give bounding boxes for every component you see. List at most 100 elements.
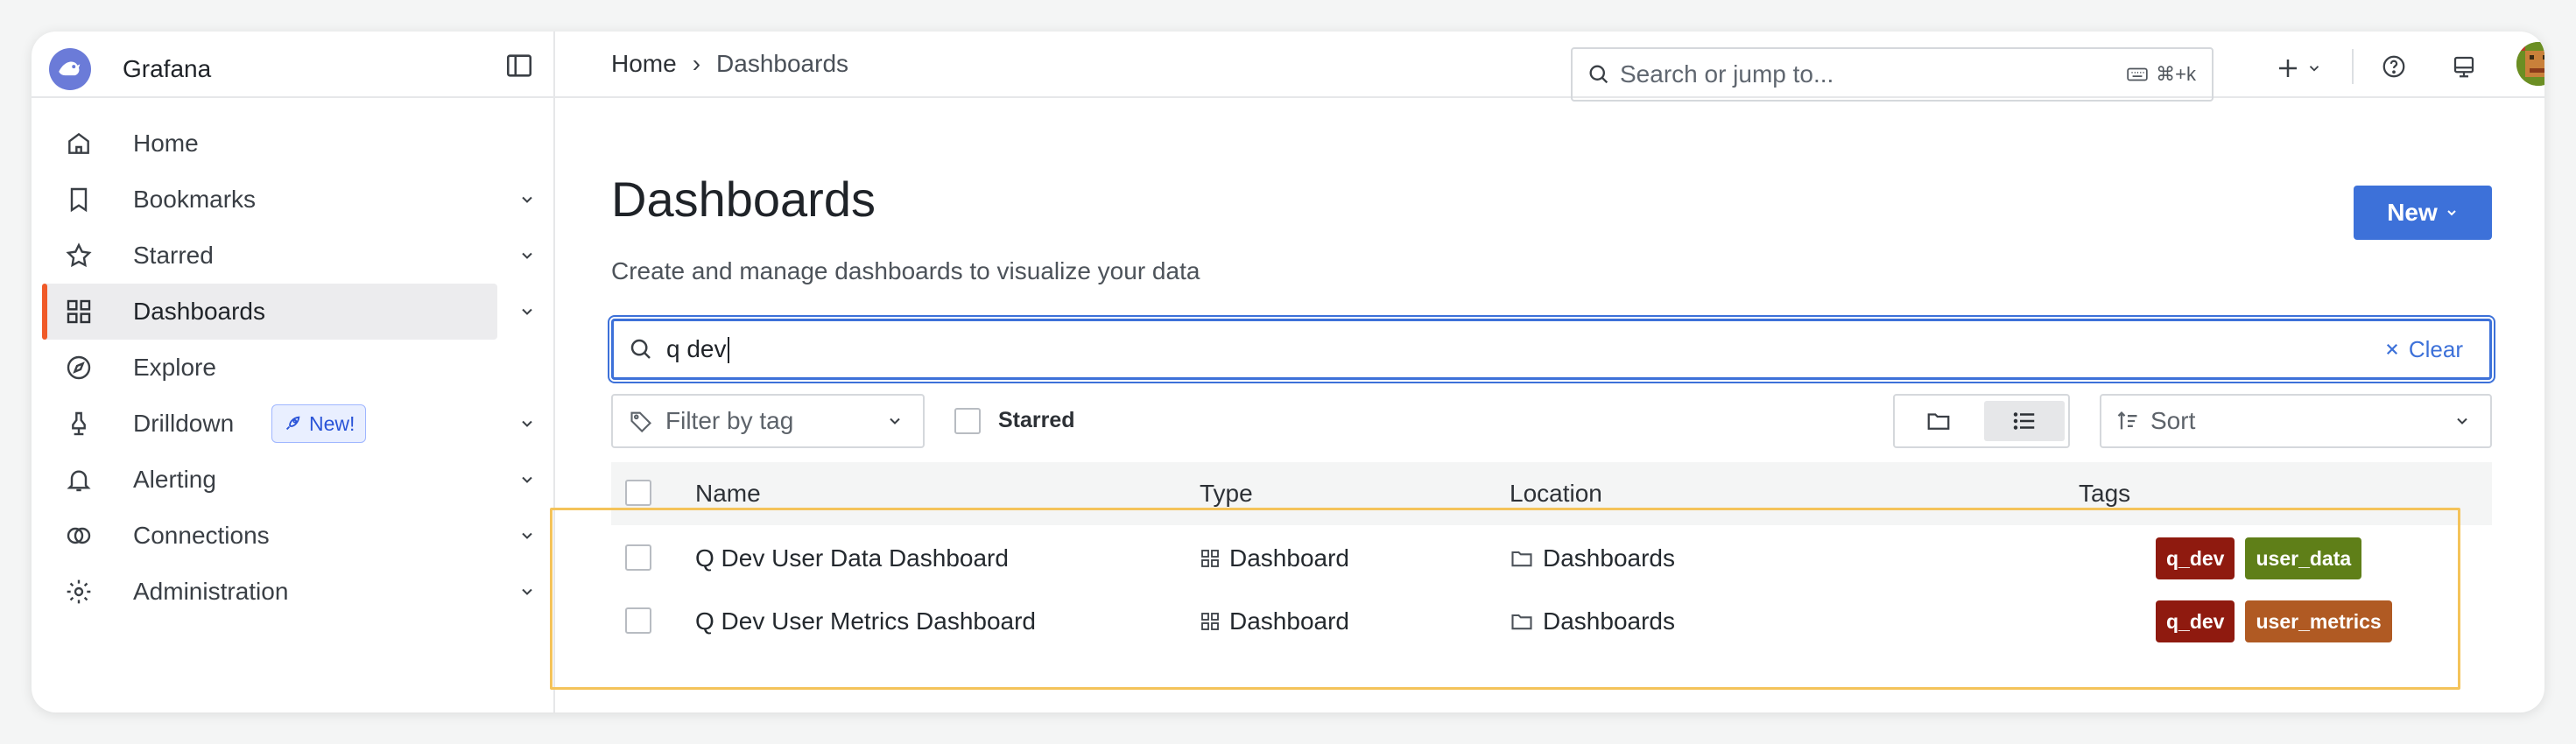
chevron-down-icon[interactable]	[518, 471, 536, 488]
chevron-down-icon	[2457, 418, 2467, 425]
starred-checkbox[interactable]	[954, 408, 981, 434]
folder-icon	[1927, 413, 1950, 430]
sidebar-item-label: Bookmarks	[133, 186, 257, 213]
filter-tag-placeholder: Filter by tag	[665, 407, 794, 434]
global-search-input[interactable]: Search or jump to... ⌘+k	[1571, 47, 2214, 102]
chevron-down-icon[interactable]	[518, 583, 536, 600]
sidebar-item-drilldown[interactable]: Drilldown New!	[42, 396, 541, 452]
compass-icon	[63, 352, 95, 383]
sidebar-item-home[interactable]: Home	[42, 116, 541, 172]
topbar-divider	[2352, 49, 2354, 84]
type-label: Dashboard	[1229, 607, 1349, 635]
chevron-down-icon[interactable]	[518, 415, 536, 432]
filter-by-tag-select[interactable]: Filter by tag	[611, 394, 925, 448]
app-name: Grafana	[123, 55, 212, 82]
plus-icon	[2279, 60, 2297, 77]
page-title: Dashboards	[611, 172, 876, 227]
breadcrumb-separator: ›	[692, 50, 701, 77]
select-all-checkbox[interactable]	[625, 480, 651, 506]
sidebar-item-explore[interactable]: Explore	[42, 340, 541, 396]
tag-badge[interactable]: q_dev	[2156, 537, 2235, 579]
column-name[interactable]: Name	[695, 480, 761, 508]
new-button[interactable]: New	[2354, 186, 2492, 240]
sidebar: Grafana Home Bookmarks Starred Dashboard…	[32, 32, 555, 712]
sidebar-item-label: Administration	[133, 578, 289, 605]
dashboard-location[interactable]: Dashboards	[1510, 607, 1675, 635]
folder-view-button[interactable]	[1898, 401, 1979, 441]
table-header: Name Type Location Tags	[611, 462, 2492, 525]
clear-button[interactable]: Clear	[2384, 336, 2463, 363]
sidebar-item-label: Connections	[133, 522, 270, 549]
apps-icon	[63, 296, 95, 327]
sidebar-item-label: Home	[133, 130, 199, 157]
close-icon	[2386, 343, 2397, 355]
chevron-down-icon[interactable]	[518, 191, 536, 208]
connections-icon	[63, 520, 95, 551]
location-label: Dashboards	[1543, 607, 1675, 635]
global-search-placeholder: Search or jump to...	[1620, 60, 1834, 88]
rocket-icon	[285, 416, 300, 431]
sort-select[interactable]: Sort	[2100, 394, 2492, 448]
tag-badge[interactable]: user_metrics	[2245, 600, 2392, 642]
view-toggle	[1893, 394, 2070, 448]
column-location[interactable]: Location	[1510, 480, 1602, 508]
sidebar-item-alerting[interactable]: Alerting	[42, 452, 541, 508]
table-row[interactable]: Q Dev User Data Dashboard Dashboard Dash…	[611, 527, 2492, 590]
nav-menu: Home Bookmarks Starred Dashboards Explor…	[42, 116, 541, 620]
folder-icon	[1511, 551, 1532, 567]
new-badge: New!	[271, 404, 367, 443]
dashboard-search-input[interactable]: q dev Clear	[611, 319, 2492, 380]
tag-badge[interactable]: q_dev	[2156, 600, 2235, 642]
row-checkbox[interactable]	[625, 607, 651, 634]
user-avatar[interactable]	[2516, 42, 2544, 86]
sidebar-item-label: Alerting	[133, 466, 216, 493]
dashboard-name-link[interactable]: Q Dev User Metrics Dashboard	[695, 607, 1036, 635]
apps-icon	[1201, 550, 1219, 567]
folder-icon	[1511, 614, 1532, 630]
dashboard-type: Dashboard	[1200, 607, 1349, 635]
sidebar-item-administration[interactable]: Administration	[42, 564, 541, 620]
chevron-down-icon	[2309, 66, 2319, 72]
sidebar-item-label: Starred	[133, 242, 214, 269]
breadcrumb-home[interactable]: Home	[611, 50, 677, 78]
type-label: Dashboard	[1229, 544, 1349, 572]
keyboard-icon	[2127, 67, 2148, 81]
sort-icon	[2117, 411, 2137, 430]
tag-badge[interactable]: user_data	[2245, 537, 2362, 579]
sidebar-divider	[32, 96, 553, 98]
list-icon	[2013, 412, 2035, 430]
row-checkbox[interactable]	[625, 544, 651, 571]
column-tags[interactable]: Tags	[2079, 480, 2130, 508]
grafana-window: Grafana Home Bookmarks Starred Dashboard…	[32, 32, 2544, 712]
brand[interactable]: Grafana	[49, 44, 211, 95]
page-subtitle: Create and manage dashboards to visualiz…	[611, 257, 1200, 284]
breadcrumb-dashboards[interactable]: Dashboards	[716, 50, 848, 78]
sidebar-item-starred[interactable]: Starred	[42, 228, 541, 284]
help-icon[interactable]	[2378, 51, 2410, 82]
tag-icon	[630, 411, 651, 433]
drilldown-icon	[63, 408, 95, 439]
sidebar-item-bookmarks[interactable]: Bookmarks	[42, 172, 541, 228]
tag-list: q_dev user_metrics	[2156, 600, 2403, 642]
news-icon[interactable]	[2448, 51, 2480, 82]
chevron-down-icon[interactable]	[518, 527, 536, 544]
breadcrumb: Home › Dashboards	[611, 32, 848, 96]
location-label: Dashboards	[1543, 544, 1675, 572]
dashboard-location[interactable]: Dashboards	[1510, 544, 1675, 572]
keyboard-shortcut: ⌘+k	[2126, 63, 2196, 86]
dock-menu-icon[interactable]	[504, 51, 534, 81]
table-row[interactable]: Q Dev User Metrics Dashboard Dashboard D…	[611, 590, 2492, 653]
list-view-button[interactable]	[1984, 401, 2065, 441]
sidebar-item-connections[interactable]: Connections	[42, 508, 541, 564]
chevron-down-icon[interactable]	[518, 303, 536, 320]
apps-icon	[1201, 613, 1219, 630]
add-menu-button[interactable]	[2275, 53, 2329, 84]
star-icon	[63, 240, 95, 271]
chevron-down-icon[interactable]	[518, 247, 536, 264]
home-icon	[63, 128, 95, 159]
dashboard-name-link[interactable]: Q Dev User Data Dashboard	[695, 544, 1009, 572]
sidebar-item-dashboards[interactable]: Dashboards	[42, 284, 497, 340]
sidebar-item-label: Drilldown	[133, 410, 235, 437]
column-type[interactable]: Type	[1200, 480, 1253, 508]
new-badge-label: New!	[309, 411, 355, 435]
